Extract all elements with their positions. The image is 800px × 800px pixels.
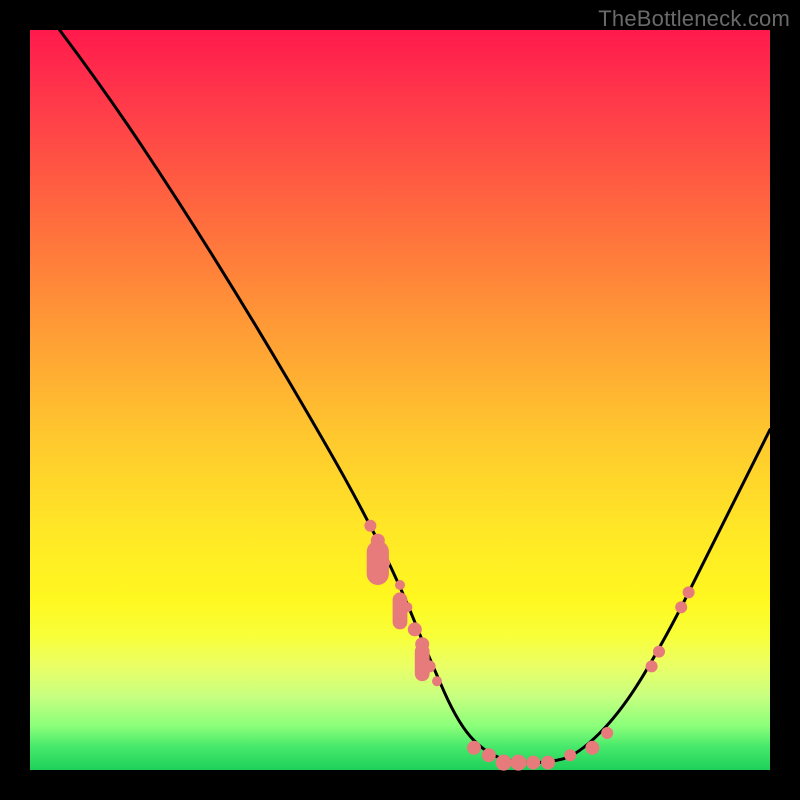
chart-frame: TheBottleneck.com bbox=[0, 0, 800, 800]
data-marker bbox=[424, 660, 436, 672]
data-marker bbox=[482, 748, 496, 762]
marker-dots bbox=[364, 520, 694, 771]
data-marker bbox=[564, 749, 576, 761]
data-marker bbox=[510, 755, 526, 771]
data-marker bbox=[364, 520, 376, 532]
data-marker bbox=[408, 622, 422, 636]
data-marker bbox=[585, 741, 599, 755]
data-marker bbox=[646, 660, 658, 672]
data-marker bbox=[467, 741, 481, 755]
plot-area bbox=[30, 30, 770, 770]
data-marker bbox=[380, 558, 390, 568]
data-marker bbox=[526, 756, 540, 770]
marker-smears bbox=[367, 541, 430, 682]
data-marker bbox=[432, 676, 442, 686]
data-marker bbox=[541, 756, 555, 770]
data-marker bbox=[653, 646, 665, 658]
data-marker bbox=[675, 601, 687, 613]
watermark-text: TheBottleneck.com bbox=[598, 6, 790, 32]
data-marker bbox=[601, 727, 613, 739]
data-marker bbox=[402, 602, 412, 612]
data-marker bbox=[371, 534, 385, 548]
data-marker bbox=[683, 586, 695, 598]
data-marker bbox=[415, 637, 429, 651]
data-marker bbox=[395, 580, 405, 590]
data-marker bbox=[496, 755, 512, 771]
curve-svg bbox=[30, 30, 770, 770]
